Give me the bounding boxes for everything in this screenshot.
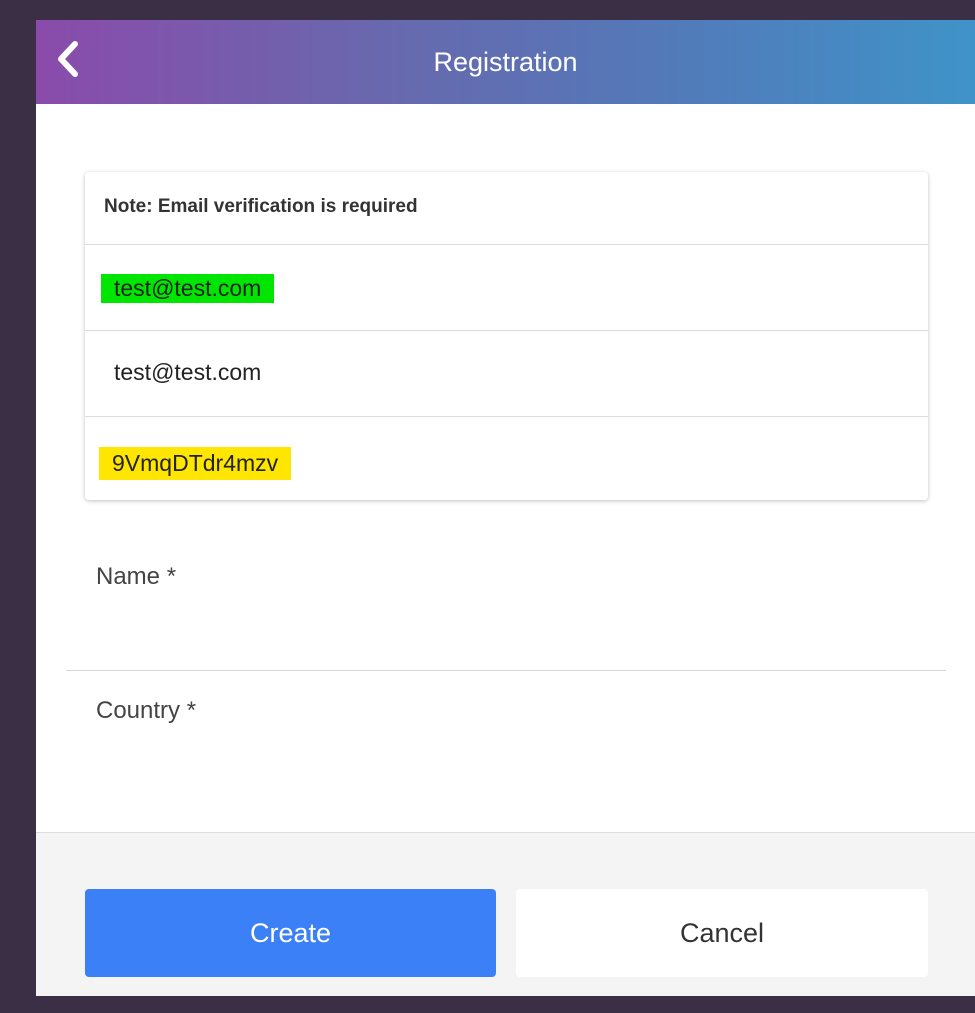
name-label: Name * xyxy=(96,563,177,590)
page-title: Registration xyxy=(433,47,578,77)
country-field[interactable] xyxy=(66,675,946,825)
password-value: 9VmqDTdr4mzv xyxy=(99,447,292,480)
email-row[interactable]: test@test.com xyxy=(85,244,928,330)
registration-dialog: Registration Note: Email verification is… xyxy=(36,20,975,996)
create-button[interactable]: Create xyxy=(85,889,496,977)
verification-note: Note: Email verification is required xyxy=(104,196,418,217)
footer-bar: Create Cancel xyxy=(36,832,975,996)
country-label: Country * xyxy=(96,697,197,724)
cancel-button[interactable]: Cancel xyxy=(516,889,928,977)
name-field[interactable] xyxy=(66,540,946,672)
header-bar: Registration xyxy=(36,20,975,104)
email-value: test@test.com xyxy=(101,274,275,303)
confirm-email-value: test@test.com xyxy=(114,359,262,385)
credentials-card: Note: Email verification is required tes… xyxy=(85,172,928,500)
confirm-email-row[interactable]: test@test.com xyxy=(85,330,928,416)
name-field-underline xyxy=(66,670,946,671)
password-row[interactable]: 9VmqDTdr4mzv xyxy=(85,416,928,500)
